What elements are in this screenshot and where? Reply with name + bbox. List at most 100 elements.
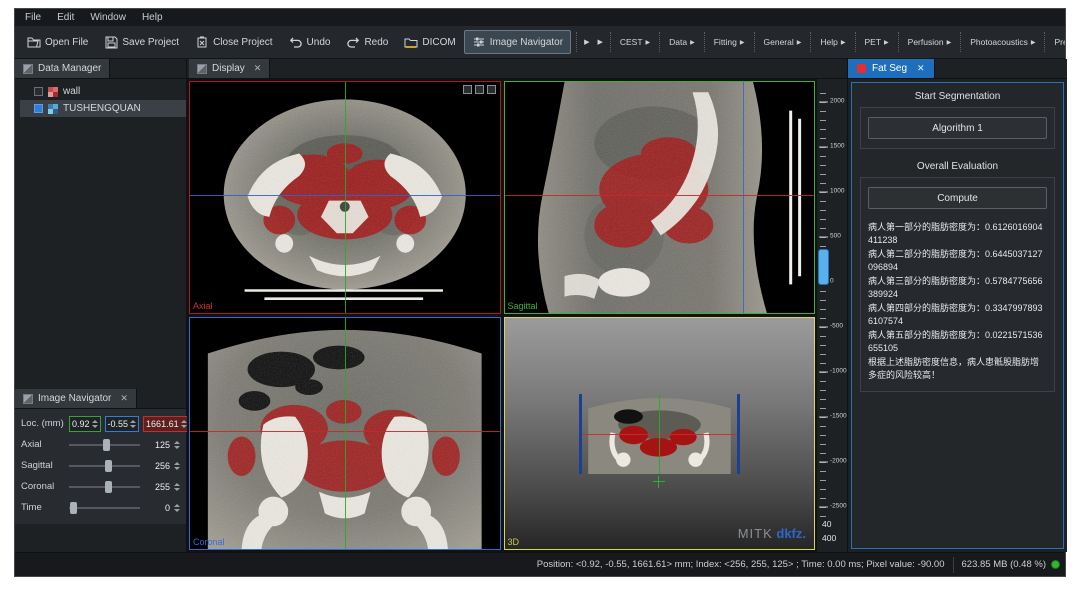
view-menu-photoacoustics[interactable]: Photoacoustics▶ bbox=[966, 34, 1039, 50]
sagittal-slider-value: 256 bbox=[144, 461, 170, 471]
axial-viewport[interactable]: Axial bbox=[189, 81, 501, 314]
fat-seg-tabbar: Fat Seg ✕ bbox=[848, 59, 1067, 79]
three-d-viewport[interactable]: MITK dkfz. 3D bbox=[504, 317, 816, 550]
fat-seg-content: Start Segmentation Algorithm 1 Overall E… bbox=[851, 82, 1064, 549]
dicom-button[interactable]: DICOM bbox=[396, 30, 463, 54]
view-menu-cest[interactable]: CEST▶ bbox=[616, 34, 654, 50]
app-window: File Edit Window Help Open File Save Pro… bbox=[14, 8, 1066, 577]
coronal-slider-value: 255 bbox=[144, 482, 170, 492]
close-icon[interactable]: ✕ bbox=[120, 394, 128, 403]
image-navigator-tab-label: Image Navigator bbox=[38, 393, 111, 404]
open-file-button[interactable]: Open File bbox=[19, 30, 96, 54]
compute-button[interactable]: Compute bbox=[868, 187, 1047, 209]
slider-handle[interactable] bbox=[70, 502, 77, 514]
ruler-tick-label: -2500 bbox=[830, 503, 847, 510]
fat-seg-tab-label: Fat Seg bbox=[872, 63, 907, 74]
level-window-ruler[interactable]: 2000 1500 1000 500 0 -500 -1000 -1500 -2… bbox=[817, 79, 847, 552]
view-menu-fitting[interactable]: Fitting▶ bbox=[710, 34, 749, 50]
menu-window[interactable]: Window bbox=[90, 12, 126, 23]
toolbar-separator bbox=[1044, 32, 1045, 52]
view-menu-help[interactable]: Help▶ bbox=[816, 34, 849, 50]
crosshair-sagittal-line bbox=[659, 394, 660, 474]
start-segmentation-section: Start Segmentation Algorithm 1 bbox=[860, 91, 1055, 149]
toolbar-separator bbox=[576, 32, 577, 52]
view-menu-label: Perfusion bbox=[908, 37, 944, 47]
close-project-button[interactable]: Close Project bbox=[187, 30, 280, 54]
crosshair-sagittal-line[interactable] bbox=[345, 82, 346, 313]
menu-help[interactable]: Help bbox=[142, 12, 163, 23]
redo-button[interactable]: Redo bbox=[338, 30, 396, 54]
view-menu-data[interactable]: Data▶ bbox=[665, 34, 699, 50]
toolbar-separator bbox=[960, 32, 961, 52]
loc-x-spinbox[interactable]: 0.92 bbox=[69, 416, 101, 432]
tab-image-navigator[interactable]: Image Navigator ✕ bbox=[15, 389, 137, 408]
undo-button[interactable]: Undo bbox=[281, 30, 339, 54]
main-area: Data Manager wall TUSHENGQUAN bbox=[15, 59, 1065, 552]
spin-arrows[interactable] bbox=[174, 441, 180, 449]
crosshair-sagittal-line[interactable] bbox=[345, 318, 346, 549]
menu-bar: File Edit Window Help bbox=[15, 9, 1065, 26]
close-icon[interactable]: ✕ bbox=[254, 64, 262, 73]
view-menu-pet[interactable]: PET▶ bbox=[861, 34, 893, 50]
fullscreen-icon[interactable] bbox=[487, 85, 496, 94]
close-project-icon bbox=[195, 35, 209, 49]
save-project-button[interactable]: Save Project bbox=[96, 30, 187, 54]
spin-arrows[interactable] bbox=[174, 504, 180, 512]
level-window-handle[interactable] bbox=[818, 249, 829, 285]
view-menu-label: CEST bbox=[620, 37, 643, 47]
algorithm-1-button[interactable]: Algorithm 1 bbox=[868, 117, 1047, 139]
loc-z-spinbox[interactable]: 1661.61 bbox=[143, 416, 190, 432]
axial-slider[interactable] bbox=[69, 439, 140, 451]
spin-arrows[interactable] bbox=[174, 483, 180, 491]
coronal-slider[interactable] bbox=[69, 481, 140, 493]
cursor-position-info: Position: <0.92, -0.55, 1661.61> mm; Ind… bbox=[537, 559, 945, 570]
tab-display[interactable]: Display ✕ bbox=[189, 59, 270, 78]
coronal-viewport-label: Coronal bbox=[193, 537, 225, 547]
undo-icon bbox=[289, 35, 303, 49]
overall-evaluation-section: Overall Evaluation Compute 病人第一部分的脂肪密度为：… bbox=[860, 161, 1055, 392]
loc-label: Loc. (mm) bbox=[21, 418, 65, 429]
result-line-1: 病人第一部分的脂肪密度为：0.6126016904411238 bbox=[868, 221, 1047, 247]
result-line-3: 病人第三部分的脂肪密度为：0.5784775656389924 bbox=[868, 275, 1047, 301]
submenu-arrow-icon: ▶ bbox=[690, 39, 695, 46]
evaluation-results: 病人第一部分的脂肪密度为：0.6126016904411238 病人第二部分的脂… bbox=[868, 221, 1047, 382]
time-slider[interactable] bbox=[69, 502, 140, 514]
visibility-checkbox[interactable] bbox=[34, 87, 43, 96]
layout-menu-icon[interactable] bbox=[475, 85, 484, 94]
crosshair-toggle-icon[interactable] bbox=[463, 85, 472, 94]
spin-arrows[interactable] bbox=[174, 462, 180, 470]
save-project-label: Save Project bbox=[122, 37, 179, 48]
crosshair-coronal-line[interactable] bbox=[743, 82, 744, 313]
view-menu-general[interactable]: General▶ bbox=[760, 34, 806, 50]
tab-fat-seg[interactable]: Fat Seg ✕ bbox=[848, 59, 935, 78]
slider-handle[interactable] bbox=[105, 460, 112, 472]
menu-edit[interactable]: Edit bbox=[57, 12, 74, 23]
extension-arrow-icon[interactable]: ▶ bbox=[582, 38, 591, 46]
image-navigator-button[interactable]: Image Navigator bbox=[464, 30, 571, 54]
sagittal-viewport[interactable]: Sagittal bbox=[504, 81, 816, 314]
spin-arrows[interactable] bbox=[92, 420, 98, 428]
tab-data-manager[interactable]: Data Manager bbox=[15, 59, 110, 78]
menu-file[interactable]: File bbox=[25, 12, 41, 23]
coronal-viewport[interactable]: Coronal bbox=[189, 317, 501, 550]
slider-handle[interactable] bbox=[105, 481, 112, 493]
crosshair-coronal-line[interactable] bbox=[190, 195, 500, 196]
tree-row-tushengquan[interactable]: TUSHENGQUAN bbox=[20, 100, 186, 117]
slider-handle[interactable] bbox=[103, 439, 110, 451]
image-navigator-label: Image Navigator bbox=[490, 37, 563, 48]
color-wheel-arrow-icon[interactable]: ▶ bbox=[595, 38, 604, 46]
sagittal-slider[interactable] bbox=[69, 460, 140, 472]
loc-y-spinbox[interactable]: -0.55 bbox=[105, 416, 140, 432]
overall-evaluation-box: Compute 病人第一部分的脂肪密度为：0.6126016904411238 … bbox=[860, 177, 1055, 392]
view-menu-preprocessing[interactable]: Preprocessing▶ bbox=[1050, 34, 1065, 50]
visibility-checkbox[interactable] bbox=[34, 104, 43, 113]
tree-row-wall[interactable]: wall bbox=[20, 83, 186, 100]
view-menu-perfusion[interactable]: Perfusion▶ bbox=[904, 34, 956, 50]
spin-arrows[interactable] bbox=[181, 420, 187, 428]
spin-arrows[interactable] bbox=[130, 420, 136, 428]
close-icon[interactable]: ✕ bbox=[917, 63, 925, 74]
memory-usage-text: 623.85 MB (0.48 %) bbox=[962, 559, 1047, 570]
toolbar-separator bbox=[659, 32, 660, 52]
sagittal-viewport-label: Sagittal bbox=[508, 301, 538, 311]
crosshair-axial-line[interactable] bbox=[505, 195, 815, 196]
